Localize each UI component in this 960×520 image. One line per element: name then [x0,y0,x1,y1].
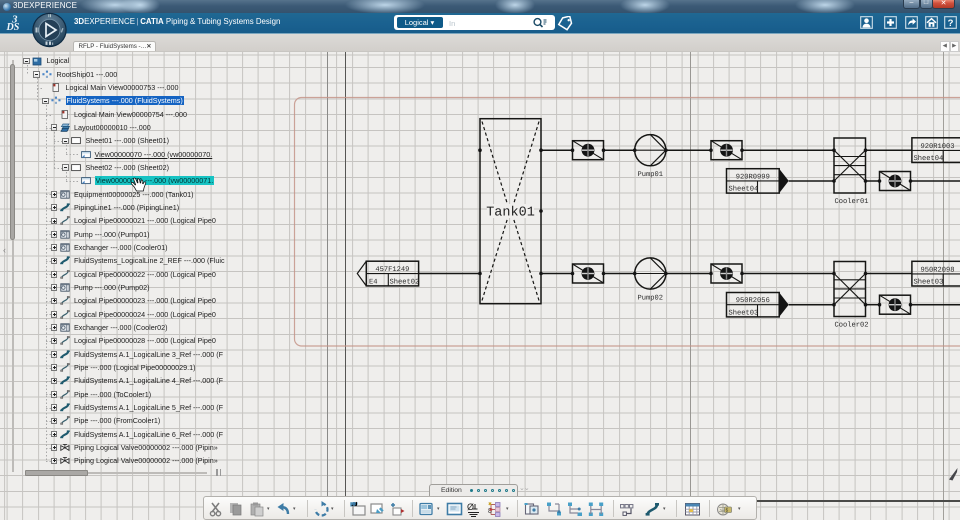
svg-text:Sheet03: Sheet03 [914,278,944,287]
svg-text:Cooler01: Cooler01 [834,197,868,206]
svg-text:Pump02: Pump02 [638,295,664,303]
svg-text:Ø: Ø [467,502,474,512]
svg-text:Sheet04: Sheet04 [729,185,759,194]
svg-text:Tank01: Tank01 [486,206,535,221]
svg-text:Pump01: Pump01 [638,171,664,179]
svg-text:950R2056: 950R2056 [736,297,770,305]
svg-text:920R0999: 920R0999 [736,173,770,181]
svg-text:Sheet03: Sheet03 [729,308,759,317]
svg-text:?: ? [948,18,954,29]
svg-text:457F1249: 457F1249 [375,266,409,274]
svg-text:DS: DS [6,22,20,32]
svg-text:Sheet04: Sheet04 [914,154,944,163]
svg-text:Sheet02: Sheet02 [390,277,420,286]
svg-text:E4: E4 [369,278,378,286]
svg-text:Cooler02: Cooler02 [834,320,868,329]
svg-text:950R2098: 950R2098 [920,266,954,274]
svg-text:920R1003: 920R1003 [920,143,954,151]
